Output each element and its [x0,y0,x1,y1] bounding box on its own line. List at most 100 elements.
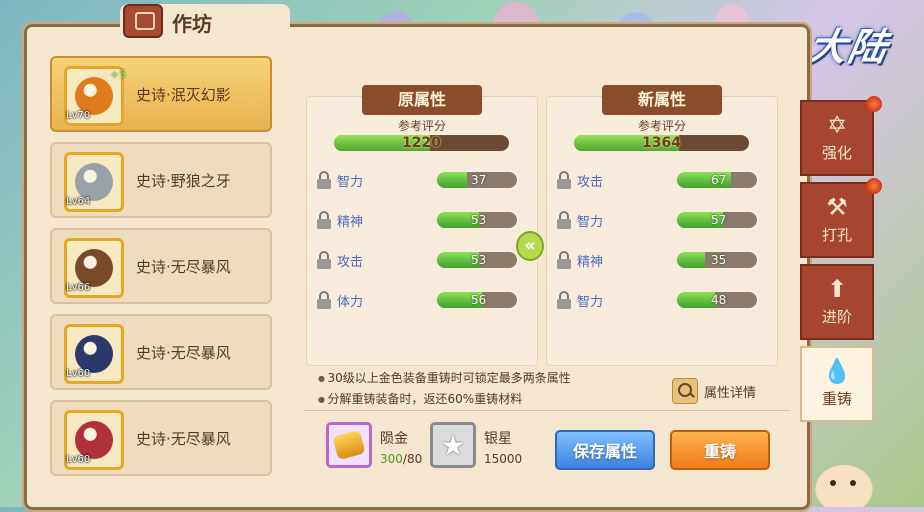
attribute-row[interactable]: 攻击 67 [555,169,771,191]
attribute-bar: 53 [437,252,517,268]
attribute-row[interactable]: 智力 57 [555,209,771,231]
lock-icon[interactable] [555,291,573,309]
attribute-details-label: 属性详情 [704,385,757,401]
tab-label: 强化 [821,144,852,162]
meteor-gold-name: 陨金 [380,431,408,447]
list-item[interactable]: Lv60 史诗·无尽暴风 [50,400,272,476]
meteor-gold-art [332,429,366,461]
mascot-icon [812,462,876,507]
divider [304,410,790,411]
attribute-name: 智力 [577,215,604,230]
arrow-up-icon: ⬆ [826,275,848,303]
meteor-gold-icon[interactable] [326,422,372,468]
silver-star-name: 银星 [484,431,512,447]
item-level: Lv60 [66,454,91,465]
reforge-notes: 30级以上金色装备重铸时可锁定最多两条属性 分解重铸装备时，返还60%重铸材料 [318,368,571,410]
droplet-icon: 💧 [822,357,852,385]
tab-advance[interactable]: ⬆ 进阶 [800,264,874,340]
lock-icon[interactable] [315,211,333,229]
original-attributes-panel: 原属性 参考评分 1220 智力 37 精神 53 攻击 53 体力 56 [306,85,538,366]
equipment-list[interactable]: +5 Lv70 史诗·泯灭幻影 Lv64 史诗·野狼之牙 Lv66 史诗·无尽暴… [50,56,276,507]
attribute-bar-fill [677,252,705,268]
lock-icon[interactable] [315,251,333,269]
reforge-button[interactable]: 重铸 [670,430,770,470]
attribute-value: 48 [711,293,727,307]
hammer-icon: ⚒ [826,193,848,221]
page-title: 作坊 [172,12,212,36]
original-attributes-header: 原属性 [362,85,482,115]
reference-score-value: 1220 [402,135,441,151]
tab-reforge[interactable]: 💧 重铸 [800,346,874,422]
attribute-bar: 35 [677,252,757,268]
attribute-name: 智力 [337,175,364,190]
attribute-row[interactable]: 精神 53 [315,209,531,231]
lock-icon[interactable] [315,291,333,309]
attribute-bar: 37 [437,172,517,188]
item-level: Lv70 [66,110,91,121]
lock-icon[interactable] [555,211,573,229]
attribute-value: 56 [471,293,487,307]
item-name: 史诗·无尽暴风 [136,430,231,448]
attribute-name: 智力 [577,295,604,310]
attribute-row[interactable]: 攻击 53 [315,249,531,271]
reference-score-label: 参考评分 [637,119,686,133]
attribute-bar-fill [437,172,467,188]
tab-label: 重铸 [821,390,852,408]
silver-star-count: 15000 [484,452,523,466]
silver-star-icon[interactable]: ★ [430,422,476,468]
side-tabs: ✡ 强化 ⚒ 打孔 ⬆ 进阶 💧 重铸 [800,100,874,440]
orb-icon [866,178,882,194]
attribute-row[interactable]: 智力 48 [555,289,771,311]
attribute-details-button[interactable]: 属性详情 [672,376,756,406]
list-item[interactable]: Lv66 史诗·无尽暴风 [50,228,272,304]
attribute-value: 53 [471,253,487,267]
attribute-bar: 56 [437,292,517,308]
tab-socket[interactable]: ⚒ 打孔 [800,182,874,258]
save-attributes-button[interactable]: 保存属性 [555,430,655,470]
item-level: Lv60 [66,368,91,379]
reference-score-label: 参考评分 [397,119,446,133]
attribute-row[interactable]: 智力 37 [315,169,531,191]
meteor-gold-have: 300 [380,452,403,466]
tab-label: 进阶 [821,308,852,326]
item-name: 史诗·野狼之牙 [136,172,231,190]
enhance-level: +5 [110,68,127,81]
list-item[interactable]: Lv64 史诗·野狼之牙 [50,142,272,218]
lock-icon[interactable] [555,171,573,189]
attribute-value: 53 [471,213,487,227]
list-item[interactable]: +5 Lv70 史诗·泯灭幻影 [50,56,272,132]
attribute-value: 37 [471,173,487,187]
reference-score-bar: 1220 [334,135,509,151]
item-name: 史诗·泯灭幻影 [136,86,231,104]
attribute-name: 精神 [337,215,364,230]
note-line: 分解重铸装备时，返还60%重铸材料 [318,389,571,410]
new-attributes-panel: 新属性 参考评分 1364 攻击 67 智力 57 精神 35 智力 48 [546,85,778,366]
lock-icon[interactable] [555,251,573,269]
tab-enhance[interactable]: ✡ 强化 [800,100,874,176]
attribute-name: 体力 [337,295,364,310]
lock-icon[interactable] [315,171,333,189]
meteor-gold-count: 300/80 [380,452,422,466]
reference-score-value: 1364 [642,135,681,151]
magnifier-icon [672,378,698,404]
attribute-row[interactable]: 体力 56 [315,289,531,311]
attribute-name: 精神 [577,255,604,270]
orb-icon [866,96,882,112]
attribute-bar: 57 [677,212,757,228]
attribute-bar: 67 [677,172,757,188]
item-level: Lv64 [66,196,91,207]
tab-label: 打孔 [821,226,852,244]
transfer-arrow-icon: « [516,231,544,261]
note-line: 30级以上金色装备重铸时可锁定最多两条属性 [318,368,571,389]
attribute-bar: 53 [437,212,517,228]
attribute-value: 57 [711,213,727,227]
briefcase-icon [123,4,163,38]
new-attributes-header: 新属性 [602,85,722,115]
attribute-row[interactable]: 精神 35 [555,249,771,271]
hexagram-icon: ✡ [826,111,848,139]
attribute-bar: 48 [677,292,757,308]
list-item[interactable]: Lv60 史诗·无尽暴风 [50,314,272,390]
meteor-gold-need: /80 [402,452,423,466]
item-name: 史诗·无尽暴风 [136,344,231,362]
item-level: Lv66 [66,282,91,293]
